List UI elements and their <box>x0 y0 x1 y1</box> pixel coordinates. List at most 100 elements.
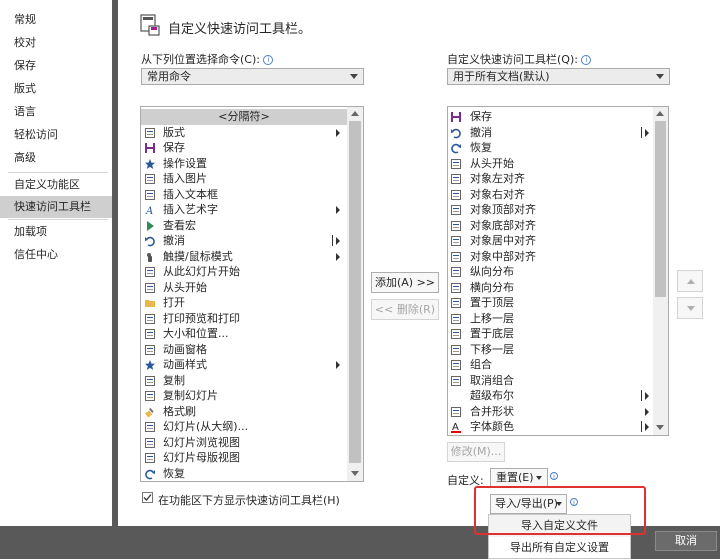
list-item[interactable]: 撤消 <box>448 125 653 141</box>
list-item[interactable]: 大小和位置... <box>141 326 347 342</box>
list-item-label: 打开 <box>163 296 185 309</box>
list-item[interactable]: 打印预览和打印 <box>141 311 347 327</box>
list-item-label: 恢复 <box>163 466 185 480</box>
right-scrollbar-thumb[interactable] <box>655 121 666 297</box>
list-item[interactable]: 复制幻灯片 <box>141 388 347 404</box>
submenu-arrow-icon <box>336 361 340 369</box>
qat-scope-dropdown[interactable]: 用于所有文档(默认) <box>447 68 670 85</box>
show-below-ribbon-checkbox[interactable] <box>142 492 153 503</box>
scroll-up-icon[interactable] <box>656 111 664 116</box>
scroll-up-icon[interactable] <box>351 111 359 116</box>
list-item[interactable]: 下移一层 <box>448 342 653 358</box>
distribute-v-icon <box>450 266 462 278</box>
list-item[interactable]: 置于底层 <box>448 326 653 342</box>
list-item[interactable]: 复制 <box>141 373 347 389</box>
qat-header-icon <box>140 14 160 36</box>
list-item-label: 格式刷 <box>163 404 196 418</box>
move-down-button[interactable] <box>677 297 703 319</box>
submenu-arrow-icon <box>645 407 649 416</box>
sidebar-item[interactable]: 自定义功能区 <box>0 174 112 196</box>
list-item[interactable]: 保存 <box>141 140 347 156</box>
list-item[interactable]: 插入图片 <box>141 171 347 187</box>
right-list-scrollbar[interactable] <box>653 107 668 435</box>
list-item[interactable]: 打开 <box>141 295 347 311</box>
left-scrollbar-thumb[interactable] <box>349 121 361 463</box>
list-item[interactable]: 对象左对齐 <box>448 171 653 187</box>
list-item[interactable]: 从头开始 <box>448 156 653 172</box>
sidebar-item[interactable]: 信任中心 <box>0 244 112 266</box>
list-item-label: 幻灯片浏览视图 <box>163 435 240 449</box>
scroll-down-icon[interactable] <box>351 471 359 476</box>
list-item[interactable]: <分隔符> <box>141 109 347 125</box>
list-item[interactable]: 恢复 <box>448 140 653 156</box>
list-item[interactable]: 撤消 <box>141 233 347 249</box>
sidebar-item[interactable]: 常规 <box>0 9 112 31</box>
sidebar-item[interactable]: 轻松访问 <box>0 124 112 146</box>
list-item[interactable]: 对象右对齐 <box>448 187 653 203</box>
list-item[interactable]: 上移一层 <box>448 311 653 327</box>
list-item-label: 合并形状 <box>470 404 514 418</box>
left-list-scrollbar[interactable] <box>347 107 363 481</box>
list-item[interactable]: 幻灯片母版视图 <box>141 450 347 466</box>
list-item[interactable]: 取消组合 <box>448 373 653 389</box>
list-item[interactable]: 动画样式 <box>141 357 347 373</box>
qat-commands-list[interactable]: 保存撤消 恢复 从头开始 对象左对齐 对象右对齐 对象顶部对齐 对象底部对齐 对象居中对齐 对象… <box>447 106 669 436</box>
list-item[interactable]: 对象中部对齐 <box>448 249 653 265</box>
star-icon <box>144 359 156 371</box>
list-item[interactable]: A 字体颜色 <box>448 419 653 435</box>
list-item[interactable]: 从头开始 <box>141 280 347 296</box>
checkmark-icon <box>143 494 152 501</box>
commands-source-dropdown[interactable]: 常用命令 <box>141 68 364 85</box>
list-item[interactable]: 操作设置 <box>141 156 347 172</box>
available-commands-list[interactable]: <分隔符> 版式 保存 操作设置 插入图片 插入文本框 A 插入艺术字 查看宏 撤消 触摸/鼠标模式… <box>140 106 364 482</box>
list-item[interactable]: 横向分布 <box>448 280 653 296</box>
list-item[interactable]: 触摸/鼠标模式 <box>141 249 347 265</box>
sidebar-item[interactable]: 加载项 <box>0 221 112 243</box>
list-item[interactable]: 纵向分布 <box>448 264 653 280</box>
modify-button[interactable]: 修改(M)... <box>447 442 505 462</box>
sidebar-item[interactable]: 高级 <box>0 147 112 169</box>
move-up-button[interactable] <box>677 270 703 292</box>
list-item-label: 保存 <box>470 110 492 123</box>
list-item[interactable]: 组合 <box>448 357 653 373</box>
list-item[interactable]: 幻灯片(从大纲)... <box>141 419 347 435</box>
list-item[interactable]: 恢复 <box>141 466 347 482</box>
layout-icon <box>144 127 156 139</box>
list-item[interactable]: 对象顶部对齐 <box>448 202 653 218</box>
list-item[interactable]: 从此幻灯片开始 <box>141 264 347 280</box>
list-item-label: 对象右对齐 <box>470 187 525 201</box>
list-item[interactable]: A 插入艺术字 <box>141 202 347 218</box>
list-item[interactable]: 查看宏 <box>141 218 347 234</box>
list-item[interactable]: 插入文本框 <box>141 187 347 203</box>
remove-button[interactable]: << 删除(R) <box>371 299 439 320</box>
font-color-icon: A <box>450 421 462 433</box>
bring-forward-icon <box>450 313 462 325</box>
reset-button[interactable]: 重置(E) <box>490 468 548 488</box>
list-item-label: 组合 <box>470 358 492 371</box>
cancel-button[interactable]: 取消 <box>655 531 717 551</box>
sidebar-item[interactable]: 校对 <box>0 32 112 54</box>
list-item[interactable]: 超级布尔 <box>448 388 653 404</box>
list-item-label: 从头开始 <box>163 280 207 294</box>
add-button[interactable]: 添加(A) >> <box>371 272 439 293</box>
list-item[interactable]: 幻灯片浏览视图 <box>141 435 347 451</box>
list-item[interactable]: 合并形状 <box>448 404 653 420</box>
list-item-label: 版式 <box>163 125 185 139</box>
list-item[interactable]: 保存 <box>448 109 653 125</box>
list-item-label: 置于顶层 <box>470 296 514 309</box>
scroll-down-icon[interactable] <box>656 425 664 430</box>
list-item[interactable]: 版式 <box>141 125 347 141</box>
list-item[interactable]: 动画窗格 <box>141 342 347 358</box>
sidebar-item[interactable]: 保存 <box>0 55 112 77</box>
sidebar-item[interactable]: 语言 <box>0 101 112 123</box>
copy-icon <box>144 375 156 387</box>
list-item[interactable]: 格式刷 <box>141 404 347 420</box>
export-all-settings-item[interactable]: 导出所有自定义设置 <box>489 537 630 559</box>
sidebar-item[interactable]: 快速访问工具栏 <box>0 196 112 218</box>
touch-icon <box>144 251 156 263</box>
sidebar-item[interactable]: 版式 <box>0 78 112 100</box>
list-item[interactable]: 对象居中对齐 <box>448 233 653 249</box>
list-item[interactable]: 置于顶层 <box>448 295 653 311</box>
chevron-down-icon <box>536 476 542 480</box>
list-item[interactable]: 对象底部对齐 <box>448 218 653 234</box>
